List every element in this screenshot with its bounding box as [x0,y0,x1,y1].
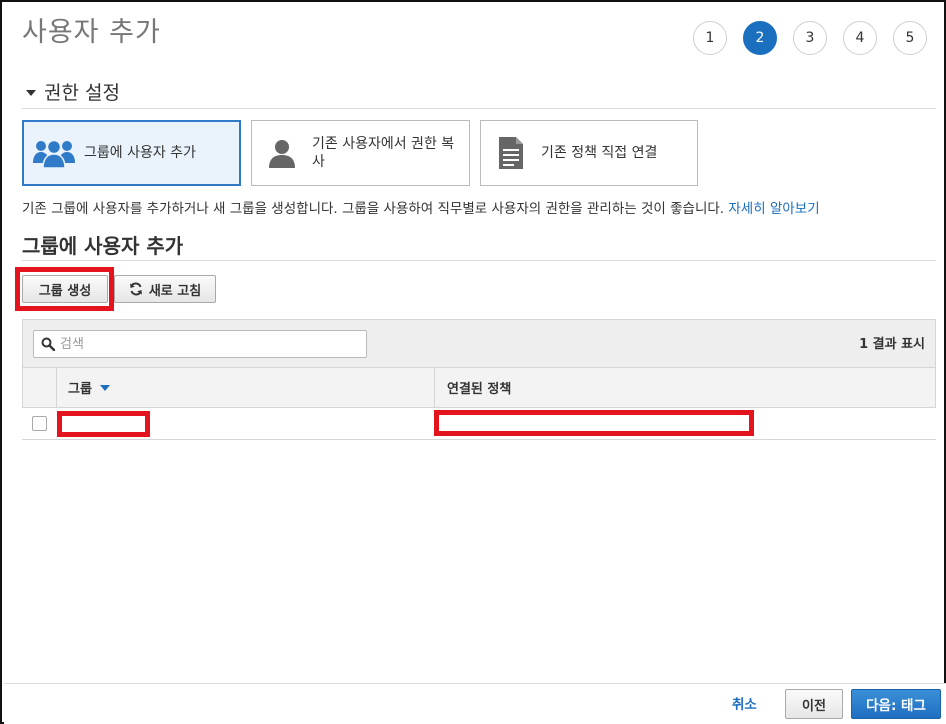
page-title: 사용자 추가 [22,17,161,48]
step-5[interactable]: 5 [893,21,927,55]
refresh-button-label: 새로 고침 [148,283,202,299]
option-add-to-group-label: 그룹에 사용자 추가 [84,145,196,161]
search-box[interactable] [33,330,367,358]
table-row[interactable] [22,408,936,440]
table-header: 그룹 연결된 정책 [22,368,936,408]
column-header-group[interactable]: 그룹 [57,368,435,407]
permissions-section-title: 권한 설정 [44,82,120,104]
step-1[interactable]: 1 [693,21,727,55]
option-copy-permissions[interactable]: 기존 사용자에서 권한 복사 [251,120,470,186]
wizard-window: 사용자 추가 1 2 3 4 5 권한 설정 그룹에 사용자 추가 기존 사용자… [0,0,946,724]
column-header-policy[interactable]: 연결된 정책 [435,368,935,407]
wizard-footer: 취소 이전 다음: 태그 [4,683,946,724]
row-checkbox[interactable] [32,416,47,431]
user-icon [252,137,312,169]
groups-table: 1 결과 표시 그룹 연결된 정책 [22,319,936,440]
header-select-cell [23,368,57,407]
step-2[interactable]: 2 [743,21,777,55]
learn-more-link[interactable]: 자세히 알아보기 [728,201,819,217]
search-icon [41,337,55,351]
refresh-icon [129,282,143,296]
option-attach-policies[interactable]: 기존 정책 직접 연결 [480,120,698,186]
step-4[interactable]: 4 [843,21,877,55]
highlight-group-name [57,411,150,437]
column-header-group-label: 그룹 [68,382,92,397]
permissions-section-header[interactable]: 권한 설정 [22,78,936,109]
option-copy-permissions-label: 기존 사용자에서 권한 복사 [312,136,455,170]
option-add-to-group[interactable]: 그룹에 사용자 추가 [22,120,241,186]
group-section-title: 그룹에 사용자 추가 [22,230,936,261]
search-input[interactable] [60,332,350,356]
result-count: 1 결과 표시 [859,337,925,352]
next-tags-button[interactable]: 다음: 태그 [851,689,941,719]
option-attach-policies-label: 기존 정책 직접 연결 [541,145,658,161]
step-3[interactable]: 3 [793,21,827,55]
document-icon [481,136,541,170]
previous-button[interactable]: 이전 [785,689,843,719]
cancel-button[interactable]: 취소 [732,693,757,713]
permissions-description: 기존 그룹에 사용자를 추가하거나 새 그룹을 생성합니다. 그룹을 사용하여 … [22,197,820,217]
table-toolbar: 1 결과 표시 [22,319,936,368]
column-header-policy-label: 연결된 정책 [447,382,512,397]
refresh-button[interactable]: 새로 고침 [114,275,216,303]
step-indicator: 1 2 3 4 5 [693,21,943,55]
highlight-create-group [15,267,114,311]
users-group-icon [24,137,84,169]
description-text: 기존 그룹에 사용자를 추가하거나 새 그룹을 생성합니다. 그룹을 사용하여 … [22,201,725,217]
caret-down-icon [26,90,36,96]
highlight-policy-name [434,410,754,436]
sort-desc-icon [99,384,110,391]
